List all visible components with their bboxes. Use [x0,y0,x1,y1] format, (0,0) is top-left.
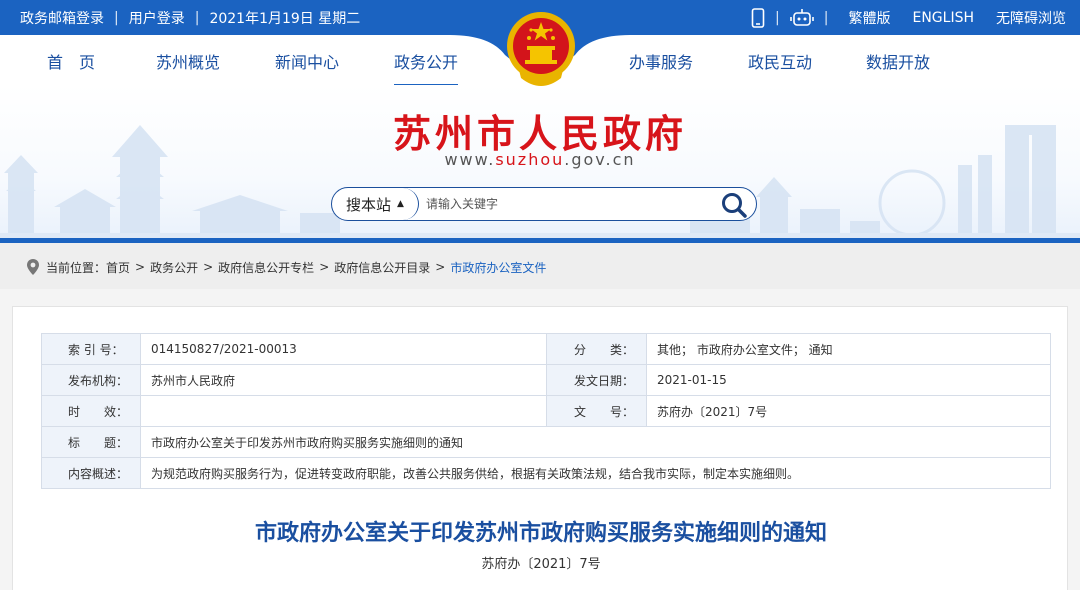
divider: | [114,9,119,26]
nav-interaction[interactable]: 政民互动 [748,49,812,73]
search-box: 搜本站 ▲ [331,187,757,221]
robot-icon[interactable] [789,8,814,28]
divider: | [775,9,780,26]
search-scope-label: 搜本站 [346,195,392,214]
table-row: 发布机构： 苏州市人民政府 发文日期： 2021-01-15 [41,364,1051,396]
mobile-icon[interactable] [751,7,765,28]
breadcrumb-prefix: 当前位置： [46,260,107,275]
nav-government-affairs[interactable]: 政务公开 [394,49,459,87]
nav-services[interactable]: 办事服务 [629,49,693,73]
date-value: 2021-01-15 [646,364,1051,396]
nav-home[interactable]: 首 页 [47,49,95,73]
breadcrumb-government-affairs[interactable]: 政务公开 [150,259,198,276]
search-icon[interactable] [720,191,748,219]
accessible-browse-link[interactable]: 无障碍浏览 [996,8,1066,28]
breadcrumb-separator: > [135,260,146,274]
publisher-label: 发布机构： [41,364,141,396]
english-link[interactable]: ENGLISH [912,10,974,26]
title-label: 标 题： [41,426,141,458]
breadcrumb: 当前位置： 首页 > 政务公开 > 政府信息公开专栏 > 政府信息公开目录 > … [0,243,1080,289]
mail-login-link[interactable]: 政务邮箱登录 [20,8,104,28]
document-metadata-table: 索 引 号： 014150827/2021-00013 分 类： 其他； 市政府… [41,333,1051,489]
divider: | [194,9,200,26]
site-url-prefix: www. [444,150,496,169]
site-url: www.suzhou.gov.cn [0,150,1080,169]
category-label: 分 类： [546,333,647,365]
validity-label: 时 效： [41,395,141,427]
search-input[interactable] [426,193,706,215]
user-login-link[interactable]: 用户登录 [129,8,185,28]
document-number: 苏府办〔2021〕7号 [481,557,601,572]
index-label: 索 引 号： [41,333,141,365]
document-title: 市政府办公室关于印发苏州市政府购买服务实施细则的通知 [254,521,827,546]
breadcrumb-home[interactable]: 首页 [106,259,130,276]
breadcrumb-separator: > [435,260,446,274]
nav-news[interactable]: 新闻中心 [275,49,339,73]
table-row: 标 题： 市政府办公室关于印发苏州市政府购买服务实施细则的通知 [41,426,1051,458]
summary-label: 内容概述： [41,457,141,489]
docno-value: 苏府办〔2021〕7号 [646,395,1051,427]
validity-value [140,395,547,427]
nav-overview[interactable]: 苏州概览 [156,49,220,73]
table-row: 索 引 号： 014150827/2021-00013 分 类： 其他； 市政府… [41,333,1051,365]
breadcrumb-info-column[interactable]: 政府信息公开专栏 [218,259,314,276]
national-emblem-icon [507,12,575,86]
summary-value: 为规范政府购买服务行为，促进转变政府职能，改善公共服务供给，根据有关政策法规，结… [140,457,1051,489]
search-scope-dropdown[interactable]: 搜本站 ▲ [332,188,419,220]
site-url-highlight: suzhou [495,150,565,169]
title-value: 市政府办公室关于印发苏州市政府购买服务实施细则的通知 [140,426,1051,458]
breadcrumb-current[interactable]: 市政府办公室文件 [450,259,546,276]
table-row: 内容概述： 为规范政府购买服务行为，促进转变政府职能，改善公共服务供给，根据有关… [41,457,1051,489]
table-row: 时 效： 文 号： 苏府办〔2021〕7号 [41,395,1051,427]
site-url-suffix: .gov.cn [564,150,636,169]
divider: | [823,9,829,26]
category-value: 其他； 市政府办公室文件； 通知 [646,333,1051,365]
location-pin-icon [27,259,39,275]
current-date: 2021年1月19日 星期二 [209,10,361,27]
publisher-value: 苏州市人民政府 [140,364,547,396]
index-value: 014150827/2021-00013 [140,333,547,365]
breadcrumb-info-catalog[interactable]: 政府信息公开目录 [334,259,430,276]
caret-up-icon: ▲ [397,199,404,209]
docno-label: 文 号： [546,395,647,427]
breadcrumb-separator: > [319,260,330,274]
content-panel: 索 引 号： 014150827/2021-00013 分 类： 其他； 市政府… [12,306,1068,590]
nav-open-data[interactable]: 数据开放 [866,49,930,73]
traditional-chinese-link[interactable]: 繁體版 [848,8,890,28]
breadcrumb-separator: > [203,260,214,274]
date-label: 发文日期： [546,364,647,396]
